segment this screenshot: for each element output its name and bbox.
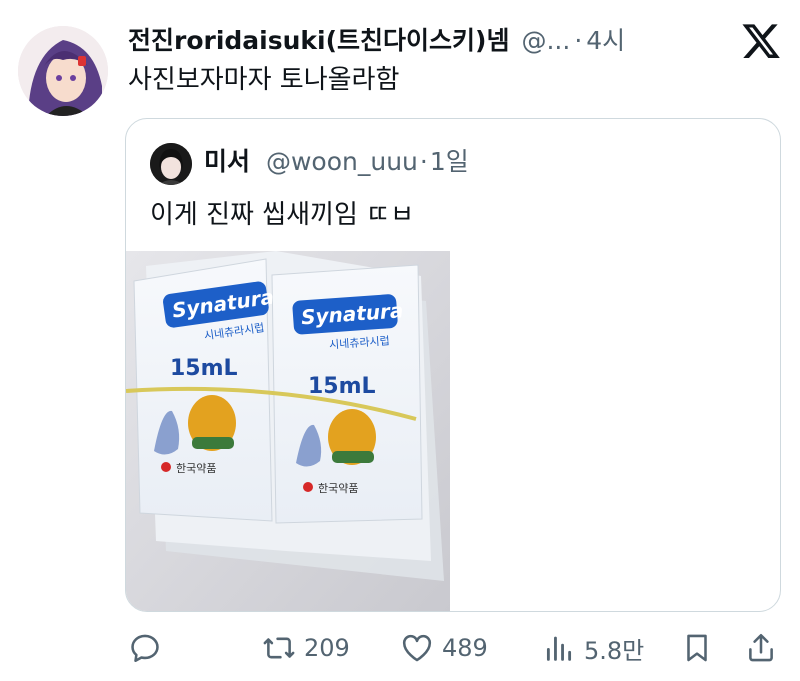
tweet-text: 사진보자마자 토나올라함 (128, 65, 400, 95)
quoted-tweet-text: 이게 진짜 씹새끼임 ㄸㅂ (150, 200, 414, 230)
quoted-display-name[interactable]: 미서 (204, 147, 250, 176)
reply-button[interactable] (128, 628, 162, 668)
author-handle[interactable]: @... (521, 24, 570, 58)
quoted-tweet-card[interactable]: 미서 @woon_uuu·1일 이게 진짜 씹새끼임 ㄸㅂ Synatura 시… (125, 118, 781, 612)
tweet-header: 전진roridaisuki(트친다이스키)넴 @... · 4시 (128, 24, 728, 58)
like-button[interactable]: 489 (400, 628, 488, 668)
quoted-handle[interactable]: @woon_uuu (266, 147, 418, 176)
retweet-button[interactable]: 209 (262, 628, 350, 668)
bookmark-button[interactable] (680, 628, 714, 668)
photo-volume-right: 15mL (308, 374, 376, 399)
photo-maker-left: 한국약품 (176, 461, 216, 475)
bar-chart-icon (546, 636, 572, 661)
photo-maker-right: 한국약품 (318, 481, 358, 495)
retweet-count: 209 (304, 634, 350, 662)
speech-bubble-icon (131, 634, 159, 663)
author-display-name[interactable]: 전진roridaisuki(트친다이스키)넴 (128, 24, 509, 58)
retweet-icon (263, 637, 295, 659)
share-button[interactable] (744, 628, 778, 668)
author-avatar[interactable] (18, 26, 108, 116)
share-icon (749, 633, 773, 662)
x-logo-icon[interactable] (742, 22, 780, 60)
photo-volume-left: 15mL (170, 356, 238, 381)
tweet-time[interactable]: 4시 (586, 24, 625, 58)
like-count: 489 (442, 634, 488, 662)
separator-dot: · (574, 26, 583, 55)
heart-icon (402, 634, 432, 662)
views-count: 5.8만 (584, 636, 645, 665)
quoted-tweet-header: 미서 @woon_uuu·1일 (204, 145, 469, 179)
action-bar: 209 489 5.8만 (128, 628, 782, 668)
quoted-time[interactable]: 1일 (430, 147, 469, 176)
separator-dot: · (419, 147, 428, 176)
bookmark-icon (687, 634, 707, 662)
quoted-photo[interactable]: Synatura 시네츄라시럽 15mL Synatura 시네츄라시럽 15m… (126, 251, 450, 611)
views-button[interactable]: 5.8만 (542, 628, 644, 668)
quoted-author-avatar[interactable] (150, 143, 192, 185)
